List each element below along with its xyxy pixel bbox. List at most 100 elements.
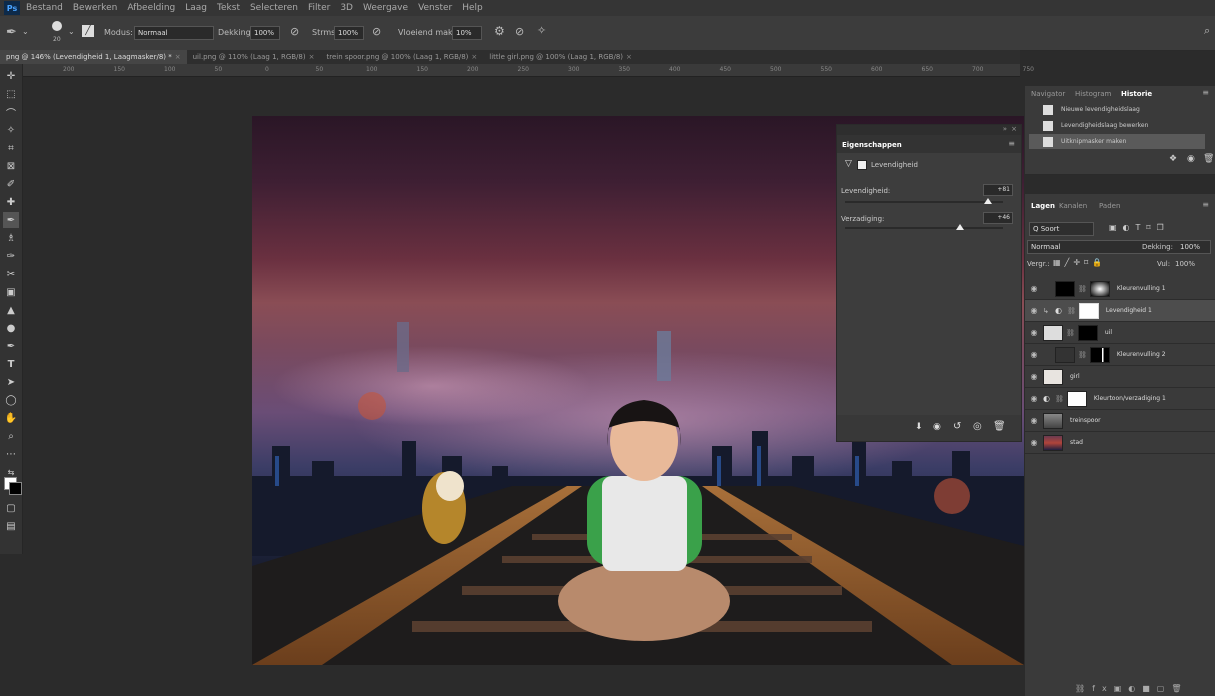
- menu-afbeelding[interactable]: Afbeelding: [127, 3, 175, 13]
- type-tool-icon[interactable]: T: [3, 356, 19, 372]
- layer-row[interactable]: ◉ ⛓ Kleurenvulling 2: [1025, 344, 1215, 366]
- sterkte-input[interactable]: 100%: [334, 26, 364, 40]
- close-icon[interactable]: ×: [471, 53, 477, 61]
- dodge-tool-icon[interactable]: ●: [3, 320, 19, 336]
- layer-row[interactable]: ◉ girl: [1025, 366, 1215, 388]
- chevron-down-icon[interactable]: ⌄: [22, 27, 29, 36]
- menu-laag[interactable]: Laag: [185, 3, 207, 13]
- layer-row-selected[interactable]: ◉ ↳ ◐ ⛓ Levendigheid 1: [1025, 300, 1215, 322]
- panel-titlebar[interactable]: » ×: [837, 125, 1021, 135]
- layer-mask-thumbnail[interactable]: [1078, 302, 1099, 319]
- mask-icon[interactable]: [857, 160, 867, 170]
- layer-row[interactable]: ◉ ⛓ uil: [1025, 322, 1215, 344]
- visibility-eye-icon[interactable]: ◉: [1025, 350, 1043, 359]
- menu-weergave[interactable]: Weergave: [363, 3, 408, 13]
- menu-3d[interactable]: 3D: [340, 3, 353, 13]
- clone-stamp-icon[interactable]: ♗: [3, 230, 19, 246]
- trash-icon[interactable]: 🗑: [1203, 154, 1214, 164]
- brush-tool-icon[interactable]: ✒: [3, 212, 19, 228]
- reset-icon[interactable]: ↺: [953, 421, 961, 432]
- close-icon[interactable]: ×: [309, 53, 315, 61]
- layer-row[interactable]: ◉ ◐ ⛓ Kleurtoon/verzadiging 1: [1025, 388, 1215, 410]
- camera-icon[interactable]: ◉: [1187, 154, 1195, 164]
- gradient-tool-icon[interactable]: ▣: [3, 284, 19, 300]
- zoom-tool-icon[interactable]: ⌕: [3, 428, 19, 444]
- layer-row[interactable]: ◉ stad: [1025, 432, 1215, 454]
- frame-tool-icon[interactable]: ⊠: [3, 158, 19, 174]
- saturation-slider-track[interactable]: [845, 227, 1003, 229]
- move-tool-icon[interactable]: ✛: [3, 68, 19, 84]
- ellipse-tool-icon[interactable]: ◯: [3, 392, 19, 408]
- menu-selecteren[interactable]: Selecteren: [250, 3, 298, 13]
- tab-navigator[interactable]: Navigator: [1031, 90, 1065, 98]
- history-state-active[interactable]: Uitknipmasker maken: [1029, 134, 1205, 149]
- chevron-down-icon[interactable]: ⌄: [68, 27, 75, 36]
- tab-paden[interactable]: Paden: [1099, 202, 1120, 210]
- path-selection-icon[interactable]: ➤: [3, 374, 19, 390]
- menu-bestand[interactable]: Bestand: [26, 3, 63, 13]
- lasso-tool-icon[interactable]: ⌒: [3, 104, 19, 120]
- tab-historie[interactable]: Historie: [1121, 90, 1152, 98]
- history-brush-icon[interactable]: ✑: [3, 248, 19, 264]
- new-document-from-state-icon[interactable]: ❖: [1169, 154, 1177, 164]
- tab-kanalen[interactable]: Kanalen: [1059, 202, 1087, 210]
- history-state[interactable]: Levendigheidslaag bewerken: [1029, 118, 1205, 133]
- search-icon[interactable]: ⌕: [1204, 24, 1210, 38]
- gear-icon[interactable]: ⚙: [494, 24, 505, 38]
- brush-tool-icon[interactable]: ✒: [6, 25, 17, 40]
- visibility-eye-icon[interactable]: ◎: [973, 421, 982, 432]
- dekking-input[interactable]: 100%: [250, 26, 280, 40]
- modus-select[interactable]: Normaal: [134, 26, 214, 40]
- blend-mode-select[interactable]: Normaal Dekking: 100%: [1027, 240, 1211, 254]
- marquee-tool-icon[interactable]: ⬚: [3, 86, 19, 102]
- crop-tool-icon[interactable]: ⌗: [3, 140, 19, 156]
- layer-footer-icons[interactable]: ⛓fx▣◐■▢🗑: [1075, 684, 1215, 694]
- hand-tool-icon[interactable]: ✋: [3, 410, 19, 426]
- trash-icon[interactable]: 🗑: [993, 421, 1006, 432]
- menu-help[interactable]: Help: [462, 3, 483, 13]
- tab-eigenschappen[interactable]: Eigenschappen: [842, 141, 902, 149]
- visibility-eye-icon[interactable]: ◉: [1025, 284, 1043, 293]
- brush-preset-icon[interactable]: [52, 21, 62, 31]
- saturation-input[interactable]: +46: [983, 212, 1013, 224]
- eyedropper-icon[interactable]: ✐: [3, 176, 19, 192]
- pen-tool-icon[interactable]: ✒: [3, 338, 19, 354]
- tab-histogram[interactable]: Histogram: [1075, 90, 1111, 98]
- layer-mask-thumbnail[interactable]: [1066, 390, 1087, 407]
- menu-filter[interactable]: Filter: [308, 3, 330, 13]
- brush-panel-icon[interactable]: ╱: [82, 25, 94, 37]
- menu-venster[interactable]: Venster: [418, 3, 452, 13]
- background-color-swatch[interactable]: [9, 482, 22, 495]
- visibility-eye-icon[interactable]: ◉: [1025, 416, 1043, 425]
- visibility-eye-icon[interactable]: ◉: [1025, 328, 1043, 337]
- lock-icons[interactable]: ▦╱✛⌑🔒: [1053, 258, 1106, 267]
- saturation-slider-handle[interactable]: [956, 224, 965, 230]
- tab-document-3[interactable]: trein spoor.png @ 100% (Laag 1, RGB/8) ×: [320, 50, 483, 64]
- fill-input[interactable]: 100%: [1175, 260, 1195, 268]
- vloeiend-input[interactable]: 10%: [452, 26, 482, 40]
- screen-mode-icon[interactable]: ▤: [3, 518, 19, 534]
- layer-row[interactable]: ◉ ⛓ Kleurenvulling 1: [1025, 278, 1215, 300]
- airbrush-icon[interactable]: ⊘: [372, 25, 381, 38]
- layer-mask-thumbnail[interactable]: [1077, 324, 1098, 341]
- view-previous-state-icon[interactable]: ◉: [933, 422, 941, 432]
- layer-mask-thumbnail[interactable]: [1089, 346, 1110, 363]
- close-icon[interactable]: ×: [1011, 125, 1017, 133]
- menu-bewerken[interactable]: Bewerken: [73, 3, 117, 13]
- tab-document-4[interactable]: little girl.png @ 100% (Laag 1, RGB/8) ×: [483, 50, 638, 64]
- layer-opacity-input[interactable]: 100%: [1180, 243, 1200, 251]
- visibility-eye-icon[interactable]: ◉: [1025, 394, 1043, 403]
- tab-document-2[interactable]: uil.png @ 110% (Laag 1, RGB/8) ×: [187, 50, 321, 64]
- visibility-eye-icon[interactable]: ◉: [1025, 306, 1043, 315]
- close-icon[interactable]: ×: [175, 53, 181, 61]
- history-state[interactable]: Nieuwe levendigheidslaag: [1029, 102, 1205, 117]
- visibility-eye-icon[interactable]: ◉: [1025, 438, 1043, 447]
- blur-tool-icon[interactable]: ▲: [3, 302, 19, 318]
- layer-row[interactable]: ◉ treinspoor: [1025, 410, 1215, 432]
- visibility-eye-icon[interactable]: ◉: [1025, 372, 1043, 381]
- tab-lagen[interactable]: Lagen: [1031, 202, 1055, 210]
- collapse-icon[interactable]: »: [1003, 125, 1007, 133]
- magic-wand-icon[interactable]: ✧: [3, 122, 19, 138]
- vibrance-slider-track[interactable]: [845, 201, 1003, 203]
- vibrance-input[interactable]: +81: [983, 184, 1013, 196]
